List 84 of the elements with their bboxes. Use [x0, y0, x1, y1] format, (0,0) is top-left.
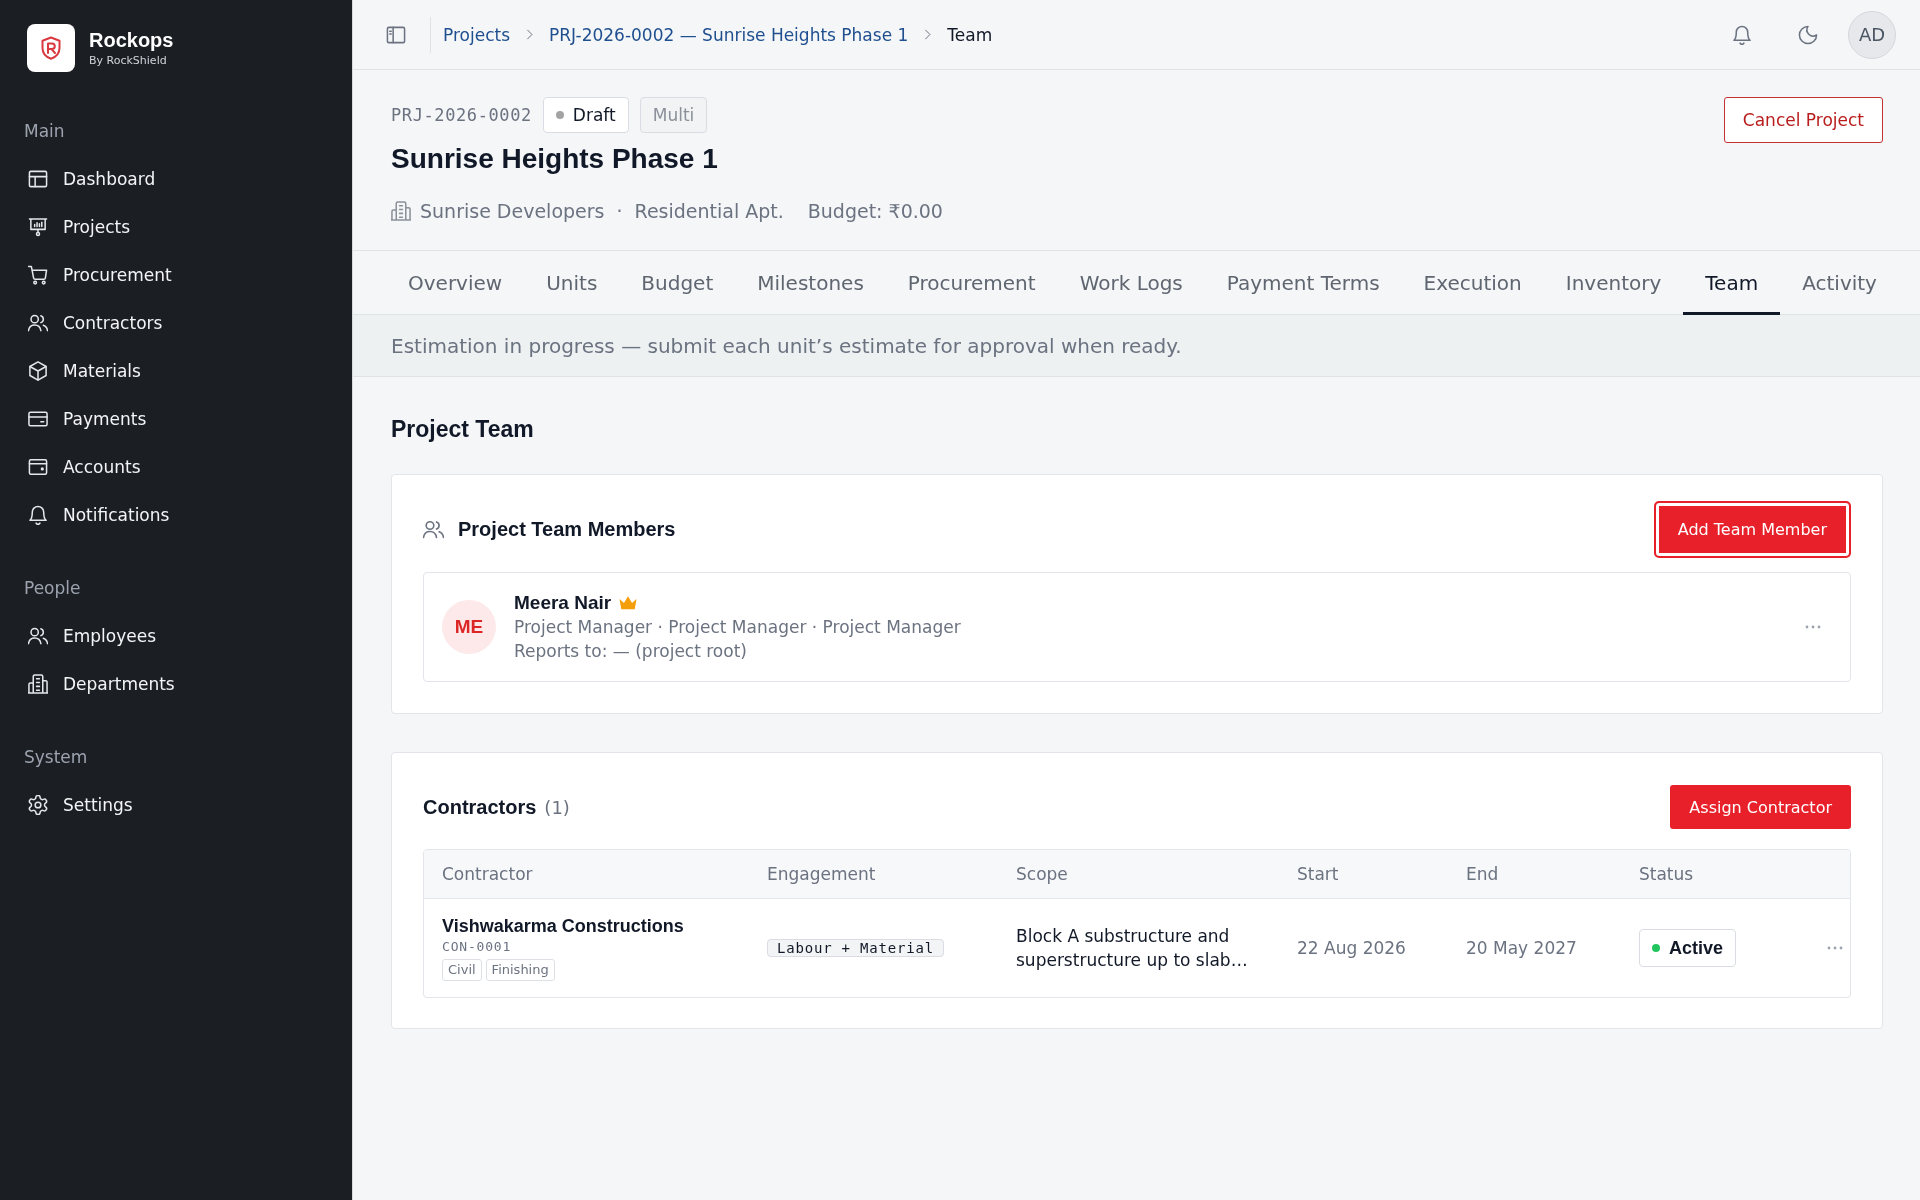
section-heading: Project Team [391, 415, 535, 443]
tab[interactable]: Payment Terms [1204, 251, 1402, 315]
project-budget: Budget: ₹0.00 [807, 199, 943, 223]
contractor-code: CON-0001 [442, 938, 512, 956]
tab[interactable]: Budget [619, 251, 736, 315]
start-date: 22 Aug 2026 [1297, 938, 1406, 958]
nav-item[interactable]: Projects [24, 203, 328, 251]
nav-item[interactable]: Materials [24, 347, 328, 395]
engagement-tag: Labour + Material [767, 938, 944, 957]
more-icon[interactable] [1826, 945, 1844, 951]
column-header: Contractor [442, 864, 533, 884]
tab[interactable]: Milestones [735, 251, 886, 315]
tab[interactable]: Work Logs [1057, 251, 1205, 315]
scope-text: Block A substructure and superstructure up to slab… [1016, 925, 1249, 972]
tab[interactable]: Units [524, 251, 620, 315]
client-name: Sunrise Developers [420, 199, 605, 223]
more-icon[interactable] [1804, 624, 1822, 630]
building-icon [391, 201, 411, 221]
card-title: Project Team Members [458, 518, 676, 541]
box-icon [28, 361, 48, 381]
tab[interactable]: Inventory [1543, 251, 1684, 315]
users-icon [423, 519, 444, 540]
users-icon [28, 626, 48, 646]
users-icon [28, 313, 48, 333]
sidebar-toggle-icon[interactable] [386, 24, 406, 45]
contractor-name: Vishwakarma Constructions [442, 915, 685, 937]
end-date: 20 May 2027 [1466, 938, 1577, 958]
credit-card-icon [28, 409, 48, 429]
nav-item[interactable]: Contractors [24, 299, 328, 347]
breadcrumb-link[interactable]: PRJ-2026-0002 — Sunrise Heights Phase 1 [549, 23, 909, 46]
nav-section-title: People [24, 577, 81, 599]
breadcrumb-current: Team [947, 23, 993, 46]
add-team-member-button[interactable]: Add Team Member [1653, 501, 1851, 558]
reports-to: Reports to: — (project root) [514, 640, 748, 663]
user-avatar[interactable]: AD [1848, 10, 1896, 59]
presentation-board-icon [28, 217, 48, 237]
cart-icon [28, 265, 48, 285]
shield-logo-icon [27, 24, 75, 72]
moon-icon[interactable] [1798, 24, 1818, 45]
separator-dot: · [616, 199, 623, 223]
tab[interactable]: Activity [1780, 251, 1899, 315]
card-title: Contractors [423, 795, 537, 819]
column-header: Status [1639, 864, 1694, 884]
bell-icon[interactable] [1732, 24, 1752, 45]
trade-tag: Civil [442, 959, 482, 981]
dashboard-layout-icon [28, 169, 48, 189]
nav-section-title: Main [24, 120, 65, 142]
building-icon [28, 674, 48, 694]
tab[interactable]: Overview [386, 251, 525, 315]
wallet-icon [28, 457, 48, 477]
contractor-count: (1) [544, 796, 570, 818]
type-tag: Multi [639, 97, 708, 133]
bell-icon [28, 505, 48, 525]
nav-section-title: System [24, 746, 88, 768]
member-name: Meera Nair [514, 592, 612, 614]
estimation-banner: Estimation in progress — submit each unit’s estimate for approval when ready. [353, 315, 1920, 377]
tab[interactable]: Procurement [885, 251, 1058, 315]
brand-name: Rockops [89, 28, 174, 52]
nav-item[interactable]: Departments [24, 660, 328, 708]
nav-item[interactable]: Accounts [24, 443, 328, 491]
column-header: Scope [1016, 864, 1068, 884]
nav-item[interactable]: Notifications [24, 491, 328, 539]
breadcrumb-link[interactable]: Projects [443, 23, 511, 46]
badge-label: Draft [572, 105, 616, 125]
column-header: Engagement [767, 864, 876, 884]
member-roles: Project Manager · Project Manager · Project Manager [514, 616, 961, 639]
trade-tag: Finishing [485, 959, 555, 981]
tab[interactable]: Execution [1401, 251, 1544, 315]
nav-item[interactable]: Payments [24, 395, 328, 443]
brand-tagline: By RockShield [89, 54, 168, 68]
cancel-project-button[interactable]: Cancel Project [1723, 97, 1883, 143]
column-header: Start [1297, 864, 1339, 884]
column-header: End [1466, 864, 1499, 884]
nav-item[interactable]: Settings [24, 781, 328, 829]
nav-item[interactable]: Dashboard [24, 155, 328, 203]
assign-contractor-button[interactable]: Assign Contractor [1670, 785, 1851, 829]
settings-icon [28, 795, 48, 815]
nav-item[interactable]: Procurement [24, 251, 328, 299]
nav-item[interactable]: Employees [24, 612, 328, 660]
project-category: Residential Apt. [634, 199, 784, 223]
member-avatar: ME [442, 600, 496, 654]
project-code: PRJ-2026-0002 [391, 105, 532, 125]
project-title: Sunrise Heights Phase 1 [391, 142, 719, 176]
status-label: Active [1669, 937, 1724, 959]
